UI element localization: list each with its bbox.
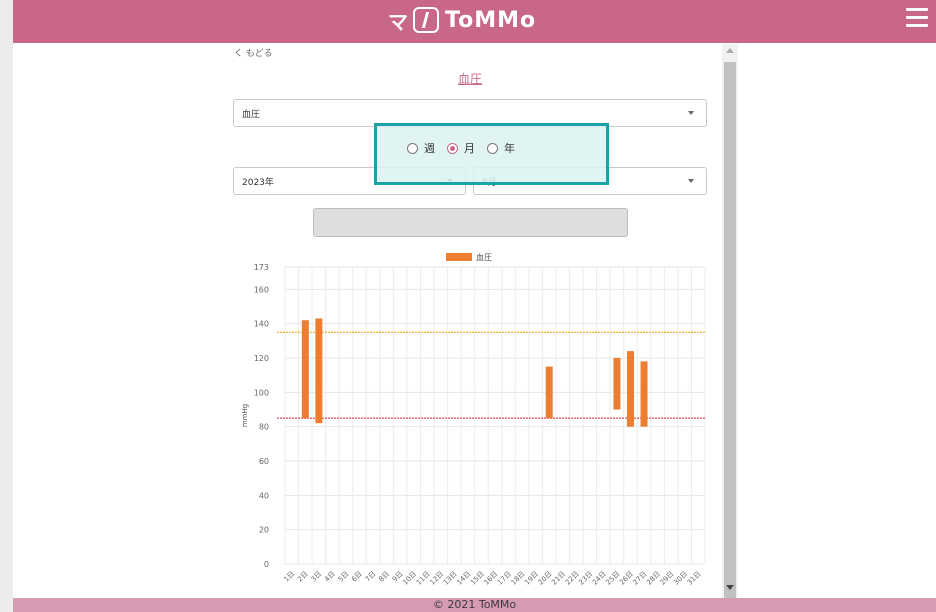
x-tick-label: 16日: [482, 570, 499, 587]
y-axis-label: mmHg: [241, 404, 249, 427]
period-selector: 週 月 年: [374, 123, 609, 185]
y-tick-label: 120: [254, 354, 269, 363]
legend-label: 血圧: [476, 252, 492, 262]
bp-range-bar: [640, 361, 648, 427]
hamburger-menu-icon[interactable]: [906, 8, 930, 32]
bp-range-bar: [626, 351, 634, 427]
x-tick-label: 17日: [496, 570, 513, 587]
chevron-down-icon: [688, 111, 694, 115]
y-tick-label: 140: [254, 320, 269, 329]
x-tick-label: 8日: [377, 570, 391, 584]
x-tick-label: 21日: [550, 570, 567, 587]
x-tick-label: 6日: [350, 570, 364, 584]
radio-year-label[interactable]: 年: [504, 140, 515, 156]
chevron-down-icon: [688, 179, 694, 183]
back-link[interactable]: く もどる: [234, 46, 273, 59]
scroll-down-icon[interactable]: [726, 585, 734, 590]
year-select-value: 2023年: [242, 177, 274, 188]
x-tick-label: 2日: [296, 570, 310, 584]
x-tick-label: 26日: [618, 570, 635, 587]
metric-select-value: 血圧: [242, 109, 261, 120]
x-tick-label: 10日: [401, 570, 418, 587]
x-tick-label: 1日: [282, 570, 296, 584]
x-tick-label: 13日: [442, 570, 459, 587]
y-tick-label: 80: [259, 423, 269, 432]
x-tick-label: 27日: [632, 570, 649, 587]
x-tick-label: 28日: [645, 570, 662, 587]
x-tick-label: 20日: [537, 570, 554, 587]
y-tick-label: 40: [259, 491, 269, 500]
bp-range-bar: [315, 318, 323, 424]
app-logo[interactable]: マ ToMMo: [388, 4, 536, 36]
x-tick-label: 29日: [659, 570, 676, 587]
y-tick-label: 20: [259, 526, 269, 535]
x-tick-label: 7日: [364, 570, 378, 584]
x-tick-label: 12日: [428, 570, 445, 587]
x-tick-label: 15日: [469, 570, 486, 587]
x-tick-label: 25日: [604, 570, 621, 587]
x-tick-label: 22日: [564, 570, 581, 587]
legend-swatch: [446, 253, 472, 261]
page-title: 血圧: [457, 72, 482, 86]
x-tick-label: 4日: [323, 570, 337, 584]
scrollbar[interactable]: [722, 44, 738, 604]
x-tick-label: 14日: [455, 570, 472, 587]
radio-year[interactable]: [487, 142, 498, 154]
action-button[interactable]: [313, 208, 628, 237]
y-tick-label: 100: [254, 388, 269, 397]
logo-prefix: マ: [388, 9, 409, 34]
x-tick-label: 19日: [523, 570, 540, 587]
y-tick-label: 173: [254, 263, 269, 272]
logo-text: ToMMo: [445, 7, 537, 33]
x-tick-label: 5日: [337, 570, 351, 584]
bp-range-bar: [301, 320, 309, 419]
footer: © 2021 ToMMo: [13, 598, 936, 612]
x-tick-label: 23日: [577, 570, 594, 587]
scroll-thumb[interactable]: [724, 62, 736, 604]
bp-range-bar: [613, 357, 621, 410]
y-tick-label: 60: [259, 457, 269, 466]
x-tick-label: 3日: [310, 570, 324, 584]
scroll-up-icon[interactable]: [726, 48, 734, 53]
x-tick-label: 11日: [415, 570, 432, 587]
x-tick-label: 18日: [510, 570, 527, 587]
radio-month[interactable]: [447, 142, 458, 154]
radio-week[interactable]: [407, 142, 418, 154]
radio-month-label[interactable]: 月: [464, 140, 475, 156]
x-tick-label: 31日: [686, 570, 703, 587]
x-tick-label: 30日: [672, 570, 689, 587]
x-tick-label: 24日: [591, 570, 608, 587]
blood-pressure-chart: 0 20 40 60 80 100 120 140 160 173 mmHg 1日 2日 3日 4日 5日 6日…: [241, 252, 706, 587]
logo-icon: [413, 7, 439, 33]
y-tick-label: 0: [264, 560, 269, 569]
bp-range-bar: [545, 366, 553, 419]
radio-week-label[interactable]: 週: [424, 140, 435, 156]
y-tick-label: 160: [254, 285, 269, 294]
